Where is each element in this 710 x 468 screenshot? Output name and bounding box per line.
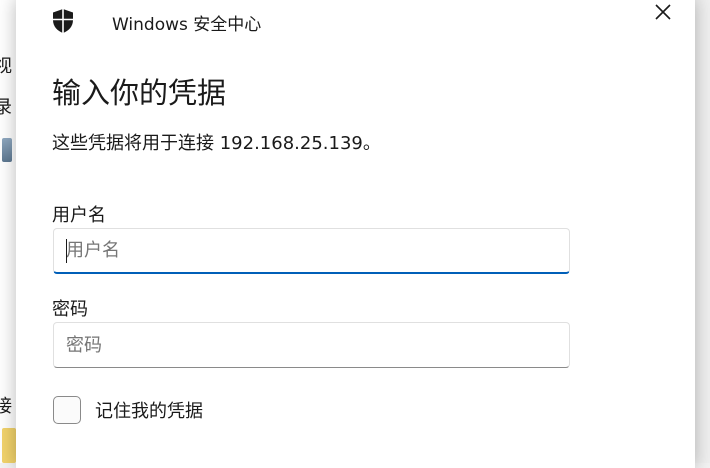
background-text-fragment: 视 [0,58,12,76]
close-icon [655,4,671,20]
text-caret [66,239,67,263]
folder-icon [2,428,16,463]
remember-credentials-checkbox[interactable] [53,396,81,424]
background-text-fragment: 接 [0,398,12,416]
dialog-heading: 输入你的凭据 [52,76,227,110]
background-window: 视 录 接 [0,0,17,463]
app-title: Windows 安全中心 [112,15,262,35]
password-label: 密码 [52,299,88,320]
close-button[interactable] [643,0,683,24]
password-input[interactable] [53,322,570,368]
shield-icon [53,9,73,33]
credential-dialog: Windows 安全中心 输入你的凭据 这些凭据将用于连接 192.168.25… [16,0,695,468]
desktop-background [695,0,710,463]
username-label: 用户名 [52,205,106,226]
remember-credentials-label[interactable]: 记住我的凭据 [95,397,203,423]
background-app-icon [2,138,12,162]
connection-description: 这些凭据将用于连接 192.168.25.139。 [52,133,381,154]
background-text-fragment: 录 [0,99,12,117]
username-input[interactable] [53,228,570,274]
title-bar: Windows 安全中心 [16,0,695,40]
